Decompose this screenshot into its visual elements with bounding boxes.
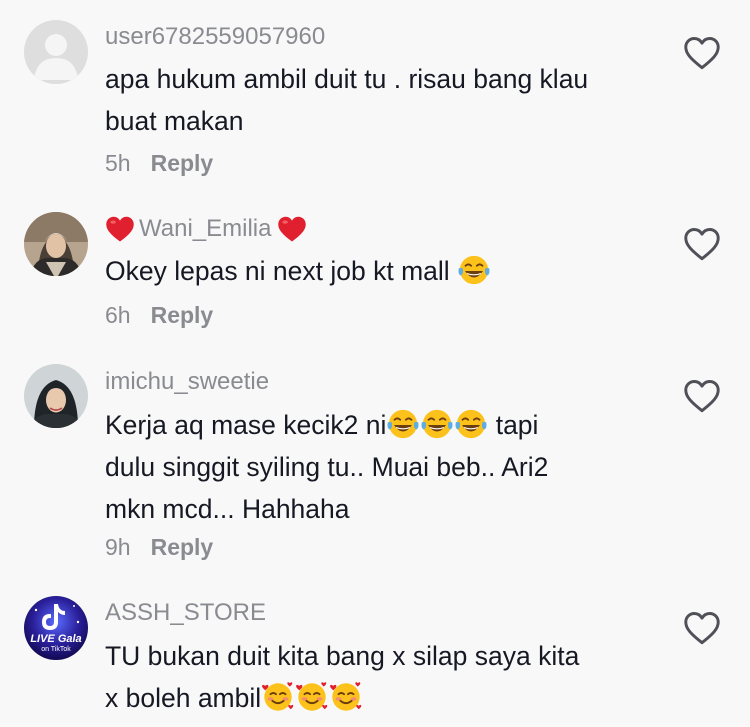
heart-outline-icon[interactable]: [683, 227, 721, 261]
comment-time: 9h: [105, 534, 131, 560]
tears-of-joy-emoji-icon: [420, 407, 454, 441]
comment-meta: 5h Reply: [105, 150, 213, 177]
tears-of-joy-emoji-icon: [454, 407, 488, 441]
red-heart-emoji-icon: [105, 214, 135, 244]
comment-time: 6h: [105, 302, 131, 328]
comment-time: 5h: [105, 150, 131, 176]
reply-button[interactable]: Reply: [151, 534, 214, 560]
smiling-face-with-hearts-emoji-icon: [329, 680, 363, 714]
reply-button[interactable]: Reply: [151, 150, 214, 176]
avatar[interactable]: LIVE Gala on TikTok: [24, 596, 88, 660]
heart-outline-icon[interactable]: [683, 611, 721, 645]
reply-button[interactable]: Reply: [151, 302, 214, 328]
comment-username[interactable]: imichu_sweetie: [105, 368, 269, 396]
avatar[interactable]: [24, 212, 88, 276]
tears-of-joy-emoji-icon: [457, 253, 491, 287]
comment-text: apa hukum ambil duit tu . risau bang kla…: [105, 64, 589, 136]
heart-outline-icon[interactable]: [683, 36, 721, 70]
comment-text: Kerja aq mase kecik2 ni tapi dulu singgi…: [105, 404, 665, 530]
smiling-face-with-hearts-emoji-icon: [295, 680, 329, 714]
badge-subtext: on TikTok: [41, 646, 71, 653]
comment-meta: 9h Reply: [105, 534, 213, 561]
avatar[interactable]: [24, 20, 88, 84]
comment-meta: 6h Reply: [105, 302, 213, 329]
red-heart-emoji-icon: [277, 214, 307, 244]
comment-username[interactable]: Wani_Emilia: [105, 214, 307, 244]
smiling-face-with-hearts-emoji-icon: [261, 680, 295, 714]
comment-username[interactable]: user6782559057960: [105, 23, 325, 51]
avatar[interactable]: [24, 364, 88, 428]
badge-text: LIVE Gala: [30, 633, 81, 645]
heart-outline-icon[interactable]: [683, 379, 721, 413]
comment-username[interactable]: ASSH_STORE: [105, 599, 266, 627]
comment-text: TU bukan duit kita bang x silap saya kit…: [105, 641, 580, 714]
tears-of-joy-emoji-icon: [386, 407, 420, 441]
comment-text: Okey lepas ni next job kt mall: [105, 250, 665, 292]
